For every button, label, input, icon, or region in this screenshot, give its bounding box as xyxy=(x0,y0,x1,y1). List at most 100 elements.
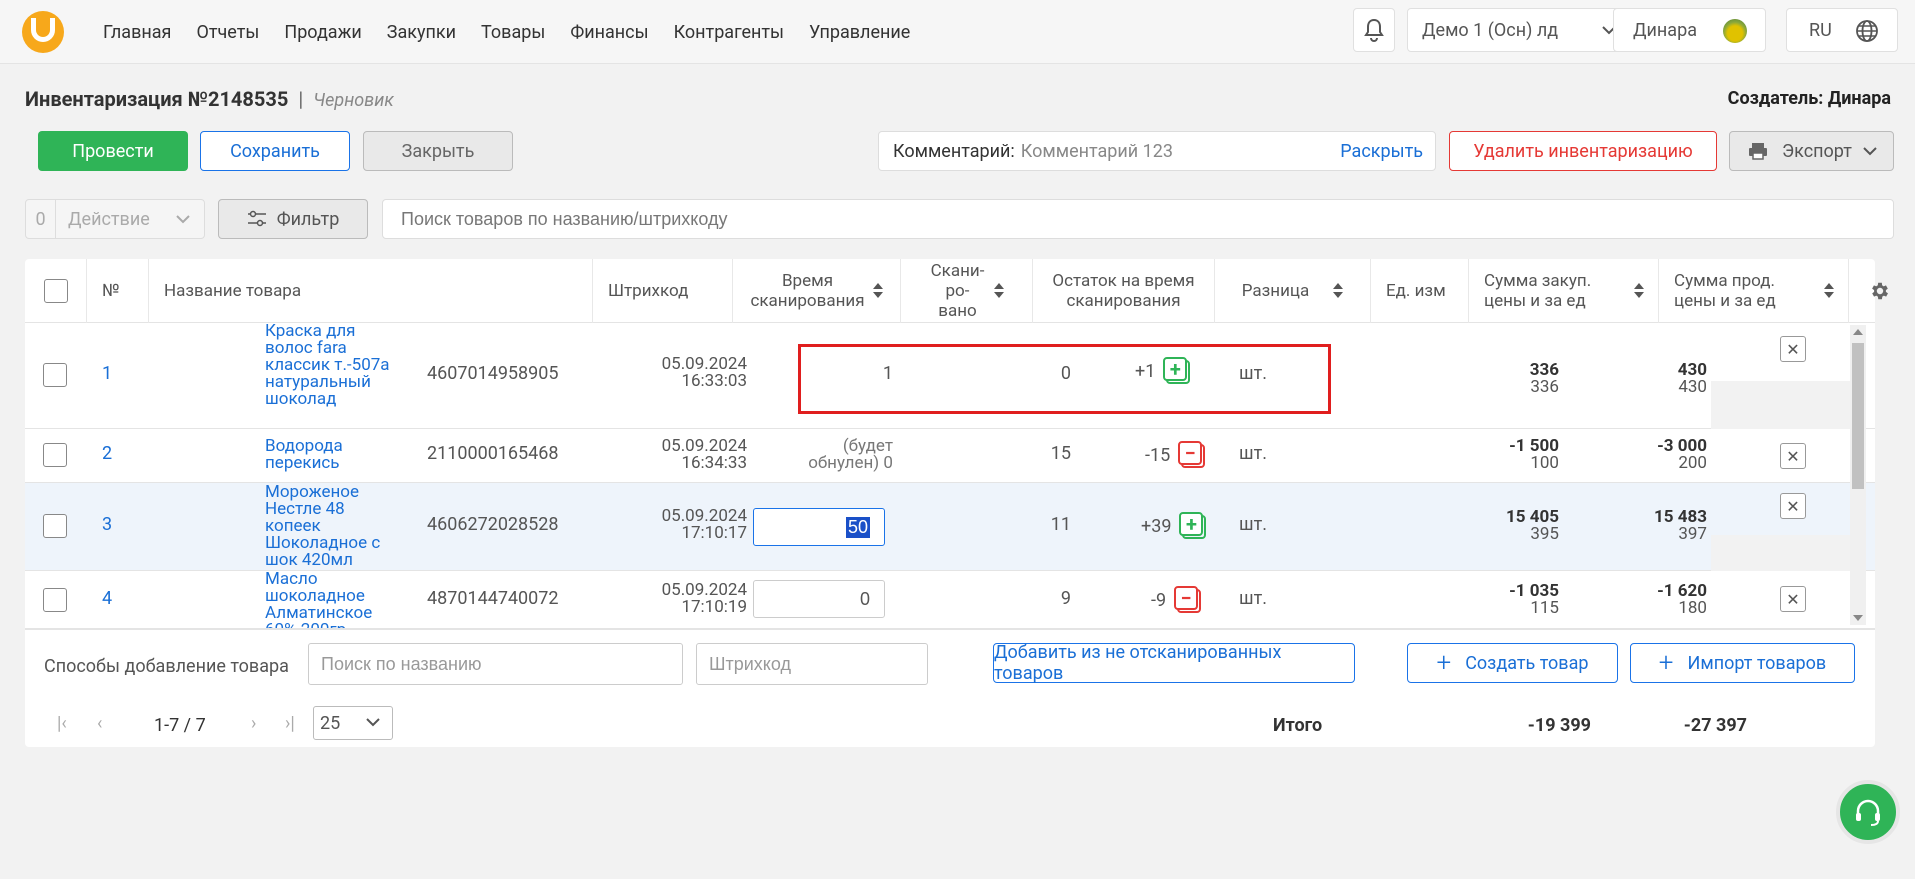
table-scrollbar[interactable] xyxy=(1850,325,1866,625)
add-diff-button[interactable]: + xyxy=(1179,512,1207,540)
add-from-unscanned-button[interactable]: Добавить из не отсканированных товаров xyxy=(993,642,1355,684)
prev-page-icon[interactable]: ‹ xyxy=(97,713,102,734)
delete-inventory-button[interactable]: Удалить инвентаризацию xyxy=(1449,131,1717,171)
close-icon: ✕ xyxy=(1786,446,1800,466)
title-separator: | xyxy=(298,87,304,111)
product-search-input[interactable] xyxy=(382,199,1894,239)
select-all-checkbox[interactable] xyxy=(43,279,68,303)
nav-item-finance[interactable]: Финансы xyxy=(570,22,648,43)
row-number[interactable]: 2 xyxy=(102,443,112,464)
col-unit[interactable]: Ед. изм xyxy=(1371,259,1469,323)
product-name-link[interactable]: Водорода перекись xyxy=(265,438,395,472)
action-label: Действие xyxy=(68,208,150,230)
row-checkbox[interactable] xyxy=(43,363,67,387)
barcode: 4607014958905 xyxy=(427,363,559,384)
support-chat-button[interactable] xyxy=(1836,780,1900,844)
col-scanned[interactable]: Скани-ро-вано xyxy=(901,259,1033,323)
app-logo[interactable] xyxy=(22,11,64,53)
gear-icon xyxy=(1872,282,1888,300)
nav-item-sales[interactable]: Продажи xyxy=(284,22,361,43)
per-page-select[interactable]: 25 xyxy=(313,706,393,740)
col-no[interactable]: № xyxy=(87,259,149,323)
sale-unit: 397 xyxy=(1678,524,1707,544)
scroll-up-icon[interactable] xyxy=(1853,329,1863,335)
nav-item-purchases[interactable]: Закупки xyxy=(387,22,456,43)
comment-field[interactable]: Комментарий: Комментарий 123 Раскрыть xyxy=(878,131,1436,171)
row-number[interactable]: 1 xyxy=(102,363,112,384)
subtract-diff-button[interactable]: − xyxy=(1174,586,1202,614)
import-products-label: Импорт товаров xyxy=(1687,652,1827,674)
add-by-barcode-input[interactable] xyxy=(696,643,928,685)
nav-item-reports[interactable]: Отчеты xyxy=(196,22,259,43)
scanned-qty-input[interactable]: 0 xyxy=(753,580,885,618)
per-page-value: 25 xyxy=(320,713,341,734)
printer-icon xyxy=(1749,143,1767,160)
last-page-icon[interactable]: ›| xyxy=(285,713,295,734)
product-name-cell: Масло шоколадное Алматинское 60% 200гр xyxy=(265,571,395,628)
bulk-action-select[interactable]: 0 Действие xyxy=(25,199,205,239)
diff-value: -15 xyxy=(1145,444,1171,466)
remove-row-button[interactable]: ✕ xyxy=(1780,443,1806,469)
col-stock[interactable]: Остаток на время сканирования xyxy=(1033,259,1215,323)
save-button[interactable]: Сохранить xyxy=(200,131,350,171)
row-number[interactable]: 3 xyxy=(102,514,112,535)
add-product-bar: Способы добавление товара Добавить из не… xyxy=(25,629,1875,699)
user-menu[interactable]: Динара xyxy=(1613,8,1766,52)
row-checkbox[interactable] xyxy=(43,514,67,538)
table-settings-button[interactable] xyxy=(1849,259,1911,323)
nav-item-counterparties[interactable]: Контрагенты xyxy=(674,22,784,43)
scroll-down-icon[interactable] xyxy=(1853,615,1863,621)
barcode: 2110000165468 xyxy=(427,443,559,464)
first-page-icon[interactable]: |‹ xyxy=(57,713,67,734)
org-selector[interactable]: Демо 1 (Осн) лд xyxy=(1407,8,1631,52)
col-name[interactable]: Название товара xyxy=(149,259,593,323)
diff-cell: +39 + xyxy=(1141,506,1207,546)
nav-item-home[interactable]: Главная xyxy=(103,22,171,43)
language-selector[interactable]: RU xyxy=(1786,8,1898,52)
export-button[interactable]: Экспорт xyxy=(1729,131,1894,171)
col-diff[interactable]: Разница xyxy=(1215,259,1371,323)
nav-item-goods[interactable]: Товары xyxy=(481,22,545,43)
unit: шт. xyxy=(1239,588,1267,609)
sale-sum: 430 430 xyxy=(1593,362,1707,396)
row-checkbox[interactable] xyxy=(43,588,67,612)
purchase-sum: -1 500 100 xyxy=(1445,438,1559,472)
add-by-name-input[interactable] xyxy=(308,643,683,685)
scroll-thumb[interactable] xyxy=(1852,343,1864,489)
nav-item-management[interactable]: Управление xyxy=(809,22,910,43)
scan-time: 05.09.2024 16:34:33 xyxy=(625,438,747,472)
remove-row-button[interactable]: ✕ xyxy=(1780,586,1806,612)
next-page-icon[interactable]: › xyxy=(251,713,256,734)
remove-row-button[interactable]: ✕ xyxy=(1780,336,1806,362)
scanned-qty-input[interactable]: 50 xyxy=(753,508,885,546)
purchase-sum: 15 405 395 xyxy=(1445,509,1559,543)
conduct-button[interactable]: Провести xyxy=(38,131,188,171)
row-number[interactable]: 4 xyxy=(102,588,112,609)
col-barcode[interactable]: Штрихкод xyxy=(593,259,733,323)
filter-button[interactable]: Фильтр xyxy=(218,199,368,239)
subtract-diff-button[interactable]: − xyxy=(1178,441,1206,469)
close-button[interactable]: Закрыть xyxy=(363,131,513,171)
diff-cell: -9− xyxy=(1151,580,1202,620)
create-product-button[interactable]: + Создать товар xyxy=(1407,643,1618,683)
row-checkbox[interactable] xyxy=(43,443,67,467)
unit: шт. xyxy=(1239,514,1267,535)
col-scan-time[interactable]: Время сканирования xyxy=(733,259,901,323)
product-name-link[interactable]: Мороженое Нестле 48 копеек Шоколадное с … xyxy=(265,484,395,569)
notifications-button[interactable] xyxy=(1353,8,1395,52)
chevron-down-icon xyxy=(366,718,380,727)
scanned-qty[interactable]: (будет обнулен) 0 xyxy=(777,438,893,472)
expand-comment-link[interactable]: Раскрыть xyxy=(1340,141,1423,162)
close-icon: ✕ xyxy=(1786,496,1800,516)
remove-row-button[interactable]: ✕ xyxy=(1780,493,1806,519)
filter-label: Фильтр xyxy=(276,208,340,230)
import-products-button[interactable]: + Импорт товаров xyxy=(1630,643,1855,683)
main-nav: Главная Отчеты Продажи Закупки Товары Фи… xyxy=(103,22,935,43)
col-sale-sum[interactable]: Сумма прод. цены и за ед xyxy=(1659,259,1849,323)
total-purchase: -19 399 xyxy=(1527,715,1591,736)
inventory-table-panel: № Название товара Штрихкод Время сканиро… xyxy=(25,259,1888,747)
col-purchase-sum[interactable]: Сумма закуп. цены и за ед xyxy=(1469,259,1659,323)
product-name-link[interactable]: Краска для волос fara классик т.-507а на… xyxy=(265,323,395,408)
table-row: 3 Мороженое Нестле 48 копеек Шоколадное … xyxy=(25,483,1875,571)
product-name-link[interactable]: Масло шоколадное Алматинское 60% 200гр xyxy=(265,571,395,628)
